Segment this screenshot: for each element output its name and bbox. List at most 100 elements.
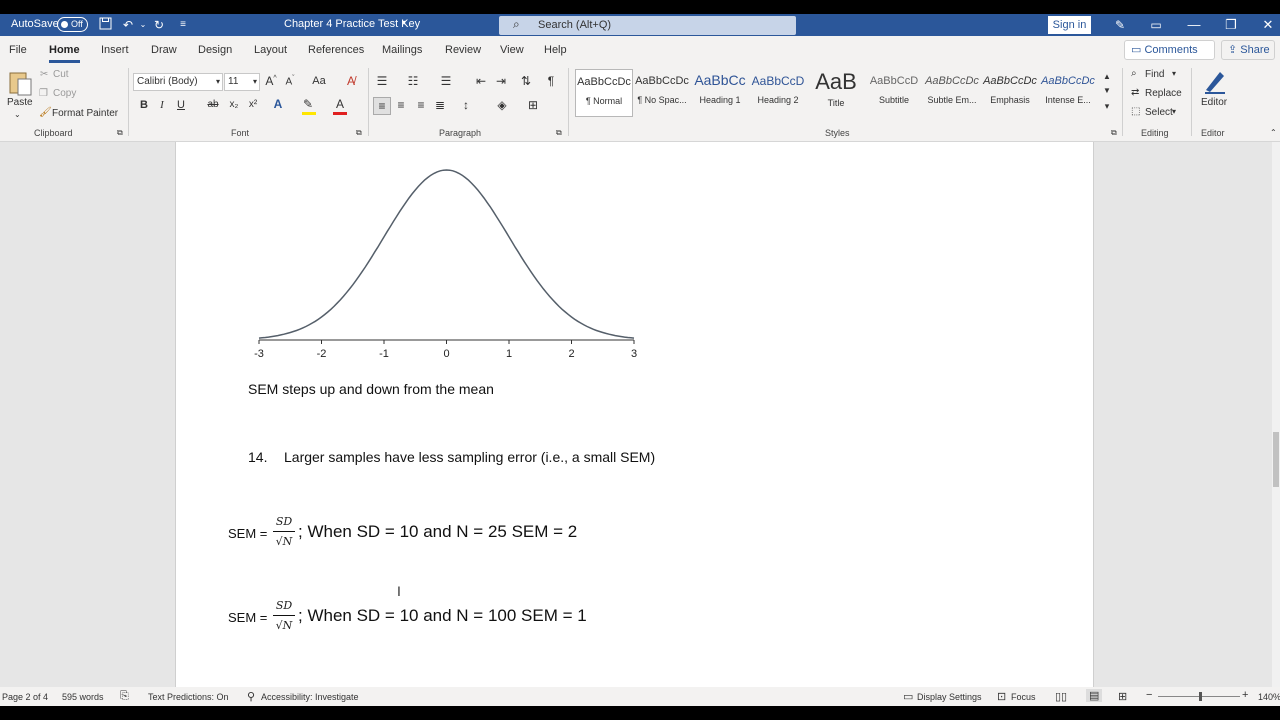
tab-layout[interactable]: Layout [254, 44, 287, 56]
sort-icon[interactable]: ⇅ [518, 74, 534, 88]
document-title[interactable]: Chapter 4 Practice Test Key [284, 18, 420, 30]
styles-scroll-up-icon[interactable]: ▲ [1099, 72, 1115, 81]
shading-icon[interactable]: ◈ [494, 98, 510, 112]
tab-help[interactable]: Help [544, 44, 567, 56]
underline-icon[interactable]: U [173, 99, 189, 111]
tab-file[interactable]: File [9, 44, 27, 56]
tab-draw[interactable]: Draw [151, 44, 177, 56]
show-formatting-icon[interactable]: ¶ [543, 74, 559, 88]
tab-review[interactable]: Review [445, 44, 481, 56]
justify-icon[interactable]: ≣ [432, 98, 448, 112]
web-layout-icon[interactable]: ⊞ [1118, 690, 1127, 703]
save-icon[interactable] [97, 17, 113, 33]
style-title[interactable]: AaB Title [807, 69, 865, 117]
font-family-select[interactable]: Calibri (Body) ▾ [133, 73, 223, 91]
pen-icon[interactable]: ✎ [1112, 17, 1128, 33]
undo-dropdown-icon[interactable]: ⌄ [135, 17, 151, 33]
style-subtle-emphasis[interactable]: AaBbCcDc Subtle Em... [923, 69, 981, 117]
font-color-icon[interactable]: A [332, 97, 348, 111]
zoom-level[interactable]: 140% [1258, 692, 1280, 702]
search-box[interactable]: ⌕ Search (Alt+Q) [499, 16, 796, 35]
zoom-in-icon[interactable]: + [1242, 689, 1248, 701]
undo-icon[interactable]: ↶ [120, 17, 136, 33]
font-size-select[interactable]: 11 ▾ [224, 73, 260, 91]
line-spacing-icon[interactable]: ↕ [458, 98, 474, 112]
styles-launcher-icon[interactable]: ⧉ [1111, 128, 1117, 138]
strikethrough-icon[interactable]: ab [205, 99, 221, 110]
clipboard-launcher-icon[interactable]: ⧉ [117, 128, 123, 138]
find-label[interactable]: Find [1145, 69, 1164, 80]
vertical-scrollbar[interactable] [1272, 142, 1280, 687]
bold-icon[interactable]: B [136, 99, 152, 111]
paste-icon[interactable] [7, 70, 33, 98]
style-normal[interactable]: AaBbCcDc ¶ Normal [575, 69, 633, 117]
styles-scroll-down-icon[interactable]: ▼ [1099, 86, 1115, 95]
paragraph-launcher-icon[interactable]: ⧉ [556, 128, 562, 138]
format-painter-icon[interactable]: 🖌 [39, 107, 52, 118]
display-settings-icon[interactable]: ▭ [903, 690, 913, 703]
tab-design[interactable]: Design [198, 44, 232, 56]
replace-icon[interactable]: ⇄ [1131, 87, 1139, 98]
style-heading-1[interactable]: AaBbCc Heading 1 [691, 69, 749, 117]
title-dropdown-icon[interactable]: ▾ [402, 18, 406, 27]
tab-references[interactable]: References [308, 44, 364, 56]
comments-button[interactable]: ▭ Comments [1124, 40, 1215, 60]
borders-icon[interactable]: ⊞ [525, 98, 541, 112]
cut-label[interactable]: Cut [53, 69, 69, 80]
collapse-ribbon-icon[interactable]: ⌃ [1270, 128, 1277, 137]
tab-insert[interactable]: Insert [101, 44, 129, 56]
text-effects-icon[interactable]: A [270, 97, 286, 111]
subscript-icon[interactable]: x₂ [226, 99, 242, 110]
find-icon[interactable]: ⌕ [1131, 68, 1137, 79]
sign-in-button[interactable]: Sign in [1048, 16, 1091, 34]
zoom-slider-thumb[interactable] [1199, 692, 1202, 701]
restore-icon[interactable]: ❐ [1221, 16, 1241, 34]
tab-home[interactable]: Home [49, 44, 80, 63]
change-case-icon[interactable]: Aa [309, 75, 329, 87]
increase-indent-icon[interactable]: ⇥ [493, 74, 509, 88]
read-mode-icon[interactable]: ▯▯ [1055, 690, 1067, 703]
decrease-indent-icon[interactable]: ⇤ [473, 74, 489, 88]
accessibility-status[interactable]: Accessibility: Investigate [261, 692, 359, 702]
zoom-out-icon[interactable]: − [1146, 689, 1152, 701]
font-launcher-icon[interactable]: ⧉ [356, 128, 362, 138]
grow-font-icon[interactable]: A^ [263, 74, 279, 88]
customize-qat-icon[interactable]: ≡ [175, 17, 191, 33]
display-settings[interactable]: Display Settings [917, 692, 982, 702]
paste-dropdown-icon[interactable]: ⌄ [14, 110, 21, 119]
styles-more-icon[interactable]: ▾ [1099, 101, 1115, 112]
focus-mode[interactable]: Focus [1011, 692, 1036, 702]
autosave-toggle[interactable]: Off [57, 17, 88, 32]
page-count[interactable]: Page 2 of 4 [2, 692, 48, 702]
style-intense-emphasis[interactable]: AaBbCcDc Intense E... [1039, 69, 1097, 117]
replace-label[interactable]: Replace [1145, 88, 1182, 99]
superscript-icon[interactable]: x² [245, 99, 261, 110]
chevron-down-icon[interactable]: ▾ [1172, 107, 1176, 116]
minimize-icon[interactable]: — [1184, 16, 1204, 34]
copy-label[interactable]: Copy [53, 88, 76, 99]
editor-button-label[interactable]: Editor [1201, 97, 1227, 108]
share-button[interactable]: ⇪ Share [1221, 40, 1275, 60]
print-layout-icon[interactable]: ▤ [1086, 689, 1103, 702]
editor-icon[interactable] [1202, 68, 1228, 94]
cut-icon[interactable]: ✂ [40, 69, 48, 80]
align-center-icon[interactable]: ≡ [393, 98, 409, 112]
paste-label[interactable]: Paste [7, 97, 33, 108]
clear-formatting-icon[interactable]: A̸ [343, 74, 359, 88]
redo-icon[interactable]: ↻ [151, 17, 167, 33]
close-icon[interactable]: ✕ [1258, 16, 1278, 34]
accessibility-icon[interactable]: ⚲ [247, 690, 255, 703]
word-count[interactable]: 595 words [62, 692, 104, 702]
select-icon[interactable]: ⬚ [1131, 106, 1140, 117]
style-heading-2[interactable]: AaBbCcD Heading 2 [749, 69, 807, 117]
select-label[interactable]: Select [1145, 107, 1173, 118]
chevron-down-icon[interactable]: ▾ [1172, 69, 1176, 78]
bullets-icon[interactable]: ☰ [374, 74, 390, 88]
text-predictions[interactable]: Text Predictions: On [148, 692, 229, 702]
style-subtitle[interactable]: AaBbCcD Subtitle [865, 69, 923, 117]
focus-icon[interactable]: ⊡ [997, 690, 1006, 703]
document-page[interactable]: -3 -2 -1 0 1 2 3 SEM steps up and down from th… [175, 142, 1094, 687]
tab-mailings[interactable]: Mailings [382, 44, 422, 56]
ribbon-display-icon[interactable]: ▭ [1148, 17, 1164, 33]
style-no-spacing[interactable]: AaBbCcDc ¶ No Spac... [633, 69, 691, 117]
